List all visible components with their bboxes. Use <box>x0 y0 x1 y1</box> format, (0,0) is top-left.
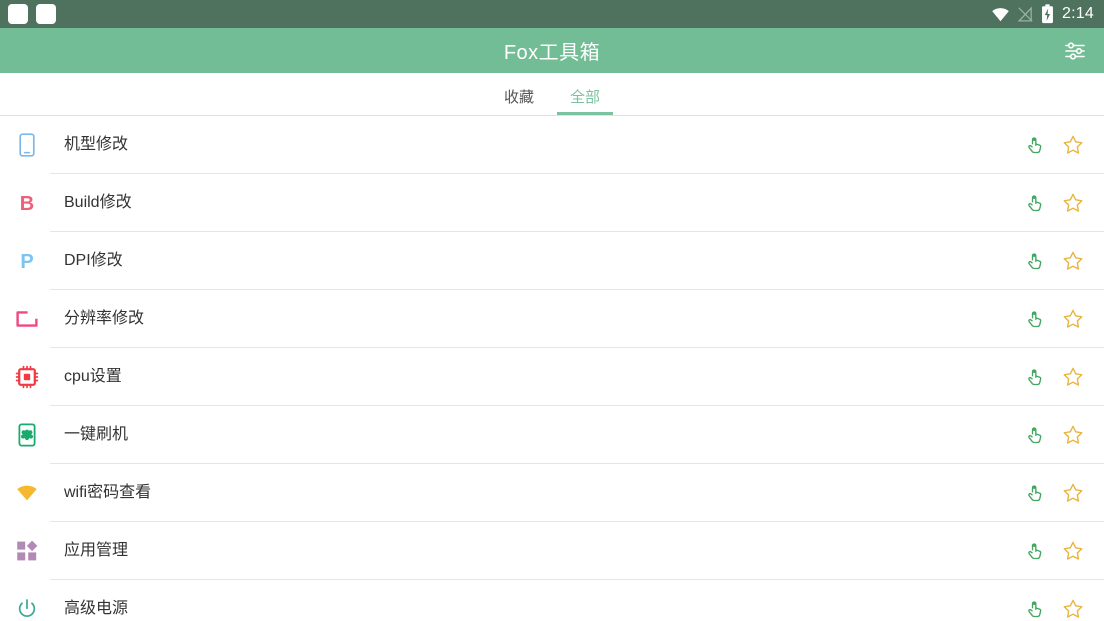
app-notification-2-icon <box>36 4 56 24</box>
touch-app-button[interactable] <box>1023 133 1047 157</box>
star-outline-icon <box>1063 541 1083 560</box>
star-outline-icon <box>1063 251 1083 270</box>
list-item-dpi-edit[interactable]: P DPI修改 <box>0 232 1104 290</box>
star-outline-icon <box>1063 367 1083 386</box>
svg-text:B: B <box>20 193 34 215</box>
list-item-actions <box>1023 597 1104 621</box>
phone-icon <box>14 131 40 159</box>
svg-text:P: P <box>20 251 33 273</box>
cpu-chip-icon <box>14 363 40 391</box>
list-item-actions <box>1023 249 1104 273</box>
touch-app-button[interactable] <box>1023 307 1047 331</box>
star-outline-icon <box>1063 425 1083 444</box>
favorite-star-button[interactable] <box>1061 191 1085 215</box>
touch-app-icon <box>1028 369 1042 386</box>
list-item-label: 机型修改 <box>64 136 129 153</box>
signal-off-icon <box>1017 6 1033 22</box>
list-item-device-model[interactable]: 机型修改 <box>0 116 1104 174</box>
list-item-label: 分辨率修改 <box>64 310 145 327</box>
list-item-label: cpu设置 <box>64 368 122 385</box>
star-outline-icon <box>1063 599 1083 618</box>
star-outline-icon <box>1063 135 1083 154</box>
touch-app-button[interactable] <box>1023 539 1047 563</box>
status-bar-notifications <box>8 4 56 24</box>
apps-grid-icon <box>14 537 40 565</box>
touch-app-button[interactable] <box>1023 365 1047 389</box>
list-item-label: 应用管理 <box>64 542 129 559</box>
list-item-actions <box>1023 481 1104 505</box>
wifi-signal-icon <box>14 479 40 507</box>
star-outline-icon <box>1063 193 1083 212</box>
touch-app-icon <box>1028 195 1042 212</box>
wifi-icon <box>992 7 1009 21</box>
list-item-app-management[interactable]: 应用管理 <box>0 522 1104 580</box>
touch-app-icon <box>1028 427 1042 444</box>
touch-app-button[interactable] <box>1023 597 1047 621</box>
tune-settings-button[interactable] <box>1058 34 1092 68</box>
touch-app-button[interactable] <box>1023 481 1047 505</box>
power-icon <box>14 595 40 621</box>
app-bar: Fox工具箱 <box>0 28 1104 73</box>
touch-app-icon <box>1028 543 1042 560</box>
touch-app-button[interactable] <box>1023 191 1047 215</box>
phone-flash-icon <box>14 421 40 449</box>
star-outline-icon <box>1063 309 1083 328</box>
favorite-star-button[interactable] <box>1061 481 1085 505</box>
touch-app-icon <box>1028 137 1042 154</box>
status-bar-clock: 2:14 <box>1062 5 1094 22</box>
list-item-advanced-power[interactable]: 高级电源 <box>0 580 1104 621</box>
app-title: Fox工具箱 <box>503 42 601 64</box>
list-item-label: Build修改 <box>64 194 132 211</box>
tab-bar: 收藏 全部 <box>0 73 1104 116</box>
list-item-resolution-edit[interactable]: 分辨率修改 <box>0 290 1104 348</box>
favorite-star-button[interactable] <box>1061 597 1085 621</box>
crop-rectangle-icon <box>14 305 40 333</box>
battery-charging-icon <box>1042 4 1054 24</box>
favorite-star-button[interactable] <box>1061 307 1085 331</box>
list-item-label: 一键刷机 <box>64 426 129 443</box>
list-item-one-key-flash[interactable]: 一键刷机 <box>0 406 1104 464</box>
favorite-star-button[interactable] <box>1061 365 1085 389</box>
tool-list: 机型修改 B Build修改 P DPI修改 分辨率修改 cpu设置 一键刷机 … <box>0 116 1104 621</box>
list-item-label: wifi密码查看 <box>64 484 152 501</box>
app-notification-1-icon <box>8 4 28 24</box>
letter-b-icon: B <box>14 189 40 217</box>
touch-app-icon <box>1028 253 1042 270</box>
favorite-star-button[interactable] <box>1061 539 1085 563</box>
list-item-actions <box>1023 539 1104 563</box>
letter-p-icon: P <box>14 247 40 275</box>
list-item-cpu-settings[interactable]: cpu设置 <box>0 348 1104 406</box>
favorite-star-button[interactable] <box>1061 423 1085 447</box>
list-item-actions <box>1023 423 1104 447</box>
favorite-star-button[interactable] <box>1061 133 1085 157</box>
list-item-actions <box>1023 307 1104 331</box>
touch-app-button[interactable] <box>1023 423 1047 447</box>
touch-app-icon <box>1028 485 1042 502</box>
favorite-star-button[interactable] <box>1061 249 1085 273</box>
list-item-label: DPI修改 <box>64 252 123 269</box>
list-item-actions <box>1023 133 1104 157</box>
touch-app-icon <box>1028 601 1042 618</box>
status-bar-system-icons: 2:14 <box>991 4 1094 24</box>
list-item-build-edit[interactable]: B Build修改 <box>0 174 1104 232</box>
list-item-actions <box>1023 365 1104 389</box>
star-outline-icon <box>1063 483 1083 502</box>
list-item-actions <box>1023 191 1104 215</box>
tab-all[interactable]: 全部 <box>556 90 614 115</box>
status-bar: 2:14 <box>0 0 1104 28</box>
tab-favorites[interactable]: 收藏 <box>500 90 538 115</box>
tune-icon <box>1065 41 1085 60</box>
touch-app-button[interactable] <box>1023 249 1047 273</box>
list-item-label: 高级电源 <box>64 600 129 617</box>
list-item-wifi-password[interactable]: wifi密码查看 <box>0 464 1104 522</box>
touch-app-icon <box>1028 311 1042 328</box>
